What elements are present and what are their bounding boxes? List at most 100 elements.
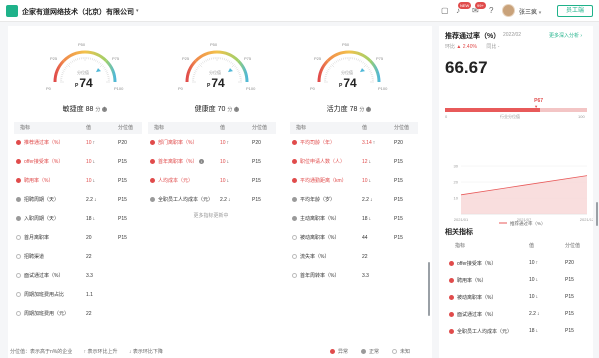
related-row[interactable]: 面试通过率（%） 2.2↓ P15 xyxy=(439,306,593,323)
arrow-down-icon: ↓ xyxy=(368,216,372,222)
metric-percentile: P15 xyxy=(565,328,574,334)
table-row[interactable]: 人均成本（元） 10↓ P15 xyxy=(148,172,276,191)
table-row[interactable]: offer接受率（%） 10↓ P15 xyxy=(14,153,142,172)
top-bar: 企家有道网络技术（北京）有限公司 ▾ ▢ ♪ NEW ✉ 99+ ? 张三疯 ▾… xyxy=(0,0,599,22)
metric-name: 招聘周期（天） xyxy=(16,191,59,210)
company-dropdown-icon[interactable]: ▾ xyxy=(136,8,139,14)
metric-table: 指标值分位值 平均司龄（年） 3.14↑ P20 职位申请人数（人） 12↓ P15 平均通勤… xyxy=(290,122,418,286)
main-scrollbar[interactable] xyxy=(428,262,430,316)
table-row[interactable]: 面试通过率（%） 3.3 xyxy=(14,267,142,286)
table-row[interactable]: 入职周期（天） 18↓ P15 xyxy=(14,210,142,229)
user-name[interactable]: 张三疯 ▾ xyxy=(519,7,541,16)
score-unit: 分 xyxy=(359,107,365,113)
related-row[interactable]: offer接受率（%） 10↑ P20 xyxy=(439,255,593,272)
gauge-tick-label: P25 xyxy=(314,56,322,61)
table-row[interactable]: 首年离职率（%） i 10↓ P15 xyxy=(148,153,276,172)
detail-scrollbar[interactable] xyxy=(596,202,598,226)
info-icon[interactable]: i xyxy=(234,106,240,112)
table-row[interactable]: 推荐通过率（%） 10↑ P20 xyxy=(14,134,142,153)
table-row[interactable]: 平均年龄（岁） 2.2↓ P15 xyxy=(290,191,418,210)
table-row[interactable]: 聘用率（%） 10↓ P15 xyxy=(14,172,142,191)
related-header: 指标 值 分位值 xyxy=(439,240,593,251)
metric-percentile: P15 xyxy=(394,216,403,222)
metric-percentile: P15 xyxy=(565,277,574,283)
metric-value: 18↓ xyxy=(362,216,372,222)
score-name: 活力度 xyxy=(326,106,348,113)
table-row[interactable]: 主动离职率（%） 18↓ P15 xyxy=(290,210,418,229)
table-row[interactable]: 首月离职率 20 P15 xyxy=(14,229,142,248)
metric-percentile: P15 xyxy=(118,178,127,184)
table-header: 指标 值 分位值 xyxy=(290,122,418,134)
series-area xyxy=(461,175,587,214)
status-red-icon xyxy=(16,178,21,184)
table-row[interactable]: 平均通勤距离（km） 10↓ P15 xyxy=(290,172,418,191)
arrow-down-icon: ↓ xyxy=(227,197,231,203)
info-icon[interactable]: i xyxy=(102,106,108,112)
score-unit: 分 xyxy=(227,107,233,113)
info-icon[interactable]: i xyxy=(198,159,204,165)
metric-value: 2.2↓ xyxy=(362,197,373,203)
table-row[interactable]: 招聘周期（天） 2.2↓ P15 xyxy=(14,191,142,210)
gauge-pointer-icon xyxy=(96,68,102,73)
table-row[interactable]: 被动离职率（%） 44 P15 xyxy=(290,229,418,248)
company-name[interactable]: 企家有道网络技术（北京）有限公司 xyxy=(22,7,134,17)
gauge-segment xyxy=(62,50,86,62)
table-row[interactable]: 招聘渠道 22 xyxy=(14,248,142,267)
gauge-segment xyxy=(216,50,240,62)
metric-percentile: P15 xyxy=(394,159,403,165)
more-analysis-link[interactable]: 更多深入分析 › xyxy=(549,32,582,39)
related-row[interactable]: 被动离职率（%） 10↓ P15 xyxy=(439,289,593,306)
document-icon[interactable]: ▢ xyxy=(441,6,449,15)
arrow-down-icon: ↓ xyxy=(536,311,540,317)
column-header: 值 xyxy=(86,125,92,131)
score-unit: 分 xyxy=(95,107,101,113)
avatar[interactable] xyxy=(502,4,515,17)
metric-name: 推荐通过率（%） xyxy=(16,134,63,153)
arrow-up-icon: ↑ xyxy=(226,140,230,146)
metric-percentile: P15 xyxy=(565,311,574,317)
metric-percentile: P15 xyxy=(252,197,261,203)
status-red-icon xyxy=(16,140,21,146)
related-row[interactable]: 全职员工人均成本（元） 18↓ P15 xyxy=(439,323,593,340)
gauge-tick-label: P100 xyxy=(378,86,388,91)
metric-percentile: P20 xyxy=(394,140,403,146)
related-title: 相关指标 xyxy=(445,229,473,236)
status-red-icon xyxy=(16,159,21,165)
metric-name: 周期加班费用占比 xyxy=(16,286,64,305)
related-row[interactable]: 聘用率（%） 10↓ P15 xyxy=(439,272,593,289)
info-icon[interactable]: i xyxy=(366,106,372,112)
table-row[interactable]: 平均司龄（年） 3.14↑ P20 xyxy=(290,134,418,153)
score-name: 健康度 xyxy=(194,106,216,113)
metric-value: 10↓ xyxy=(86,178,96,184)
arrow-down-icon: ↓ xyxy=(535,328,539,334)
y-tick-label: 20 xyxy=(454,180,459,185)
status-red-icon xyxy=(449,312,454,318)
gauge-score: 健康度 70 分 i xyxy=(154,104,280,114)
gauge-tick-label: P75 xyxy=(244,56,252,61)
new-badge: NEW xyxy=(458,2,472,9)
table-row[interactable]: 部门离职率（%） 10↑ P20 xyxy=(148,134,276,153)
gauge-tick-label: P50 xyxy=(342,42,350,47)
company-logo-icon[interactable] xyxy=(6,5,18,17)
x-tick-label: 2021/12 xyxy=(580,217,593,222)
table-row[interactable]: 职位申请人数（人） 12↓ P15 xyxy=(290,153,418,172)
table-row[interactable]: 首年周转率（%） 3.3 xyxy=(290,267,418,286)
metric-value: 10↑ xyxy=(220,140,230,146)
arrow-down-icon: ↓ xyxy=(92,178,96,184)
status-grey-icon xyxy=(150,197,155,203)
gauge-percentile: P74 xyxy=(339,76,357,90)
help-icon[interactable]: ? xyxy=(489,6,493,15)
employee-portal-button[interactable]: 员工端 xyxy=(557,5,593,17)
metric-name: 职位申请人数（人） xyxy=(292,153,345,172)
gauge-card: P0 P25 P50 P75 P100 分位值 P74 敏捷度 88 分 i xyxy=(22,32,148,118)
column-header: 值 xyxy=(362,125,368,131)
metric-percentile: P15 xyxy=(394,197,403,203)
table-row[interactable]: 全职员工人均成本（元） 2.2↓ P15 xyxy=(148,191,276,210)
metric-value: 22 xyxy=(362,254,368,260)
table-row[interactable]: 流失率（%） 22 xyxy=(290,248,418,267)
chart-legend-label: 推荐通过率（%） xyxy=(510,220,546,226)
table-row[interactable]: 周期加班费用（元） 22 xyxy=(14,305,142,324)
status-red-icon xyxy=(449,261,454,267)
metric-value: 12↓ xyxy=(362,159,372,165)
table-row[interactable]: 周期加班费用占比 1.1 xyxy=(14,286,142,305)
